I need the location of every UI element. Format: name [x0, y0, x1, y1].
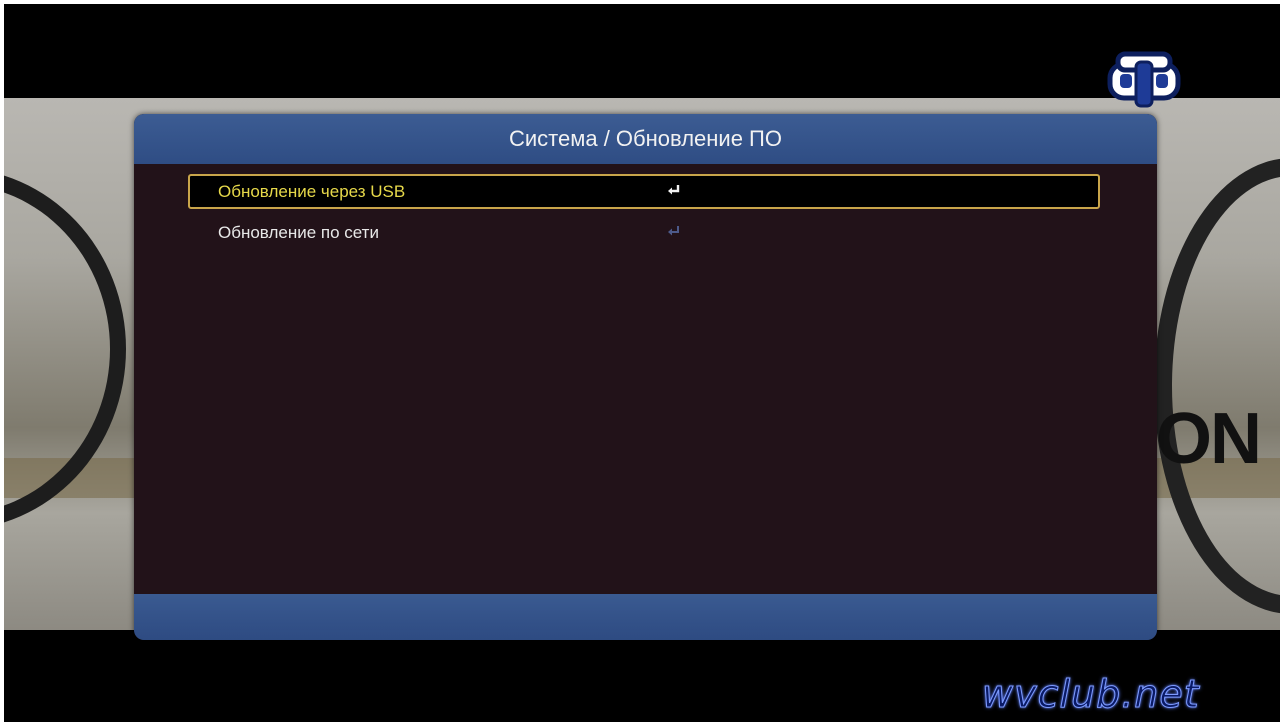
menu-item-usb-update[interactable]: Обновление через USB [188, 174, 1100, 209]
watermark: wvclub.net [982, 672, 1200, 717]
background-text: ON [1156, 399, 1262, 479]
tv-screen: ON Система / Обновление ПО Обновление че… [4, 4, 1280, 722]
provider-logo-icon [1104, 48, 1184, 110]
dialog-footer [134, 594, 1157, 640]
dialog-header: Система / Обновление ПО [134, 114, 1157, 164]
menu-item-label: Обновление через USB [218, 181, 406, 201]
dialog-title: Система / Обновление ПО [508, 126, 782, 151]
enter-icon [668, 185, 680, 195]
background-wheel-right [1154, 158, 1280, 614]
update-menu: Обновление через USB Обновление по сети [134, 164, 1157, 250]
software-update-dialog: Система / Обновление ПО Обновление через… [134, 114, 1157, 640]
menu-item-network-update[interactable]: Обновление по сети [188, 215, 1100, 250]
enter-icon [668, 226, 679, 236]
menu-item-label: Обновление по сети [218, 222, 379, 242]
